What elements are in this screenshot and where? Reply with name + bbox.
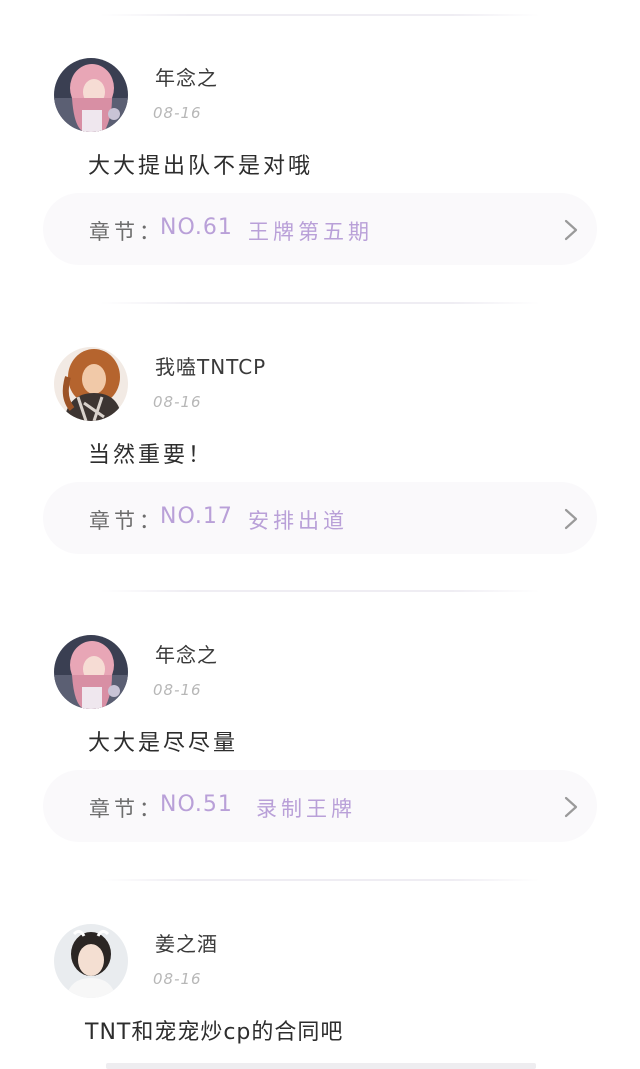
comment-date: 08-16	[153, 104, 202, 122]
username[interactable]: 年念之	[155, 62, 218, 91]
comment-text: 当然重要！	[88, 443, 214, 468]
user-avatar[interactable]	[54, 924, 128, 998]
user-avatar[interactable]	[54, 635, 128, 709]
chapter-label: 章节：	[89, 220, 164, 244]
username[interactable]: 我嗑TNTCP	[155, 351, 266, 380]
chapter-title: 录制王牌	[256, 797, 356, 821]
user-avatar[interactable]	[54, 347, 128, 421]
comment-text: 大大提出队不是对哦	[88, 154, 314, 179]
comment-text: 大大是尽尽量	[88, 731, 239, 756]
chapter-link[interactable]: 章节： NO.61 王牌第五期	[43, 193, 597, 265]
comment-date: 08-16	[153, 681, 202, 699]
user-avatar-pink-hair-icon	[54, 635, 128, 709]
comment-divider	[100, 879, 540, 881]
chevron-right-icon	[563, 796, 579, 818]
comment-date: 08-16	[153, 970, 202, 988]
user-avatar[interactable]	[54, 58, 128, 132]
username[interactable]: 年念之	[155, 639, 218, 668]
comment-divider	[100, 590, 540, 592]
next-chapter-card-edge	[106, 1063, 536, 1069]
user-avatar-pink-hair-icon	[54, 58, 128, 132]
chapter-number: NO.61	[160, 215, 233, 240]
top-divider	[100, 14, 540, 16]
chapter-title: 安排出道	[248, 509, 348, 533]
chapter-link[interactable]: 章节： NO.51 录制王牌	[43, 770, 597, 842]
comment-divider	[100, 302, 540, 304]
chapter-number: NO.17	[160, 504, 233, 529]
chevron-right-icon	[563, 508, 579, 530]
chevron-right-icon	[563, 219, 579, 241]
user-avatar-dark-hair-icon	[54, 924, 128, 998]
comment-text: TNT和宠宠炒cp的合同吧	[85, 1020, 344, 1045]
chapter-label: 章节：	[89, 797, 164, 821]
user-avatar-auburn-hair-icon	[54, 347, 128, 421]
username[interactable]: 姜之酒	[155, 928, 218, 957]
chapter-link[interactable]: 章节： NO.17 安排出道	[43, 482, 597, 554]
chapter-number: NO.51	[160, 792, 233, 817]
chapter-label: 章节：	[89, 509, 164, 533]
comment-date: 08-16	[153, 393, 202, 411]
chapter-title: 王牌第五期	[248, 220, 373, 244]
